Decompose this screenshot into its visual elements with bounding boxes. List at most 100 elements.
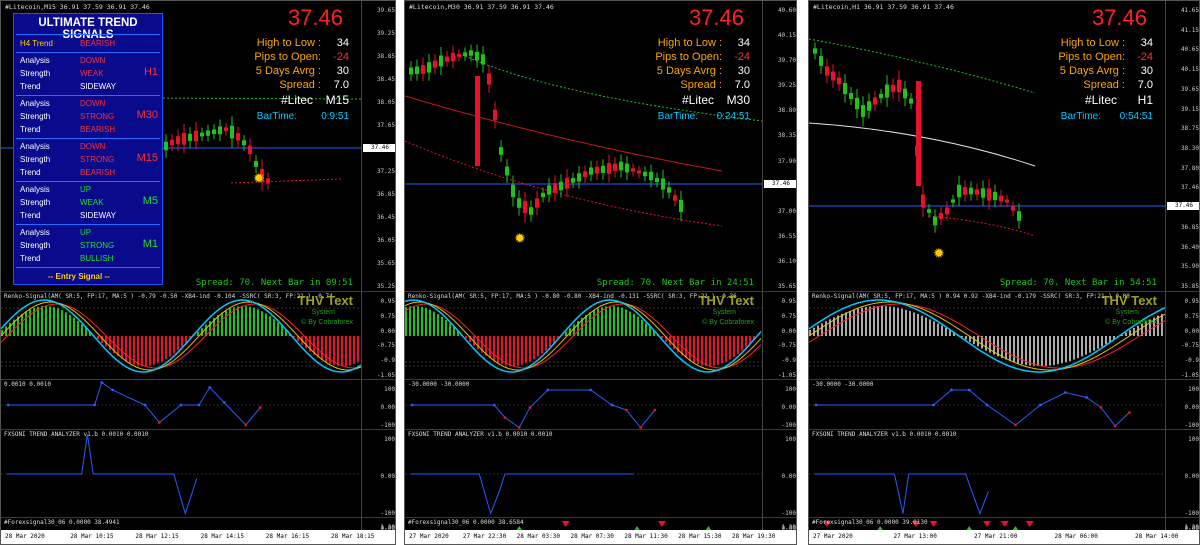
strength-value: STRONG [80,155,115,164]
candle-body [945,207,949,215]
histogram-bar [613,306,615,336]
axis-tick: 37.25 [376,168,395,175]
step-dot [222,401,226,404]
thv-system: System [1115,309,1139,316]
time-label: 27 Mar 2020 [813,533,853,540]
trend-step-indicator[interactable]: 0.0010 0.0010 100 0.00 -100 [1,379,395,429]
candle-body [867,101,871,111]
histogram-bar [225,310,227,336]
histogram-bar [77,320,79,336]
histogram-bar [325,336,327,363]
axis-tick: 36.45 [376,214,395,221]
candle-body [559,181,563,191]
axis-tick: 36.10 [777,257,796,265]
candle-body [897,79,901,93]
candle-body [499,147,503,155]
axis-tick: 38.30 [1180,145,1199,152]
histogram-bar [465,336,467,339]
analysis-label: Analysis [20,56,50,65]
time-axis: 28 Mar 2020 28 Mar 10:15 28 Mar 12:15 28 Ma… [1,530,395,544]
histogram-bar [1029,336,1031,366]
axis-tick: -100 [781,422,796,429]
step-dot [950,388,953,392]
divider [16,267,160,268]
histogram-bar [617,306,619,336]
time-label: 28 Mar 10:15 [70,533,114,540]
candle-body [655,177,659,183]
candle-body [921,194,925,208]
histogram-bar [1061,336,1063,364]
histogram-bar [745,336,747,348]
step-dot [985,403,989,407]
thv-title: THV Text [297,293,353,308]
histogram-bar [125,336,127,362]
axis-tick: 0.75 [781,312,796,320]
axis-tick: 41.65 [1180,7,1199,14]
histogram-bar [425,308,427,336]
histogram-bar [565,331,567,336]
axis-tick: -100 [781,510,796,517]
trend-step-line [412,389,656,429]
ind2-axis: 100 0.00 -100 [762,380,796,429]
axis-tick: 100 [1188,436,1199,443]
step-dot [1014,423,1017,427]
current-price: 37.46 [1091,5,1147,30]
histogram-bar [881,306,883,336]
chart-window-h1[interactable]: ✹ #Litecoin,H1 36.91 37.59 36.91 37.46 4… [808,0,1200,545]
step-dot [244,423,248,427]
histogram-bar [497,336,499,363]
candle-body [445,56,449,62]
histogram-bar [421,306,423,336]
fxsoni-header: FXSONI TREND ANALYZER v1.b 0.0010 0.0010 [408,431,553,438]
candle-body [164,141,168,151]
candle-body [218,126,222,135]
step-dot [197,403,201,407]
price-axis: 41.65 41.15 40.65 40.15 39.65 39.15 38.75 38.30… [1165,1,1199,291]
fxsoni-trend-analyzer[interactable]: FXSONI TREND ANALYZER v1.b 0.0010 0.0010… [809,429,1199,517]
histogram-bar [945,327,947,336]
histogram-bar [41,306,43,336]
candle-body [637,170,641,174]
histogram-bar [129,336,131,364]
histogram-bar [1057,336,1059,365]
trend-value: SIDEWAY [80,211,117,220]
candle-body [517,198,521,208]
histogram-bar [249,306,251,336]
renko-axis: 0.95 0.75 0.00 -0.75 -0.9 -1.05 [1165,292,1199,379]
axis-tick: 0.75 [380,312,395,320]
histogram-bar [589,312,591,336]
h4-trend-value: BEARISH [80,39,116,48]
step-dot [1099,406,1103,409]
strength-value: STRONG [80,112,115,121]
fxsoni-trend-analyzer[interactable]: FXSONI TREND ANALYZER v1.b 0.0010 0.0010… [405,429,796,517]
analysis-value: UP [80,185,92,194]
candle-body [589,167,593,175]
trend-step-indicator[interactable]: -30.0000 -30.0000 100 0.00 -100 [809,379,1199,429]
histogram-bar [429,309,431,336]
time-label: 27 Mar 2020 [409,533,449,540]
ind2-header: -30.0000 -30.0000 [408,381,470,388]
candle-body [843,82,847,95]
candle-body [987,188,991,201]
trend-step-indicator[interactable]: -30.0000 -30.0000 100 0.00 -100 [405,379,796,429]
histogram-bar [1161,314,1163,336]
histogram-bar [1085,336,1087,355]
sell-arrow-icon [1000,521,1009,527]
histogram-bar [61,310,63,336]
candle-body [421,65,425,74]
step-dot [1063,391,1067,394]
histogram-bar [825,321,827,336]
histogram-bar [441,316,443,336]
axis-tick: 100 [785,436,796,443]
histogram-bar [857,308,859,336]
spread-value: 7.0 [734,79,750,91]
candle-body [457,53,461,57]
high-to-low-value: 34 [336,37,349,49]
histogram-bar [637,316,639,336]
histogram-bar [869,306,871,336]
chart-window-m30[interactable]: ✹ #Litecoin,M30 36.91 37.59 36.91 37.46 … [404,0,797,545]
candle-body [873,97,877,105]
axis-tick: 0.00 [380,473,395,480]
fxsoni-trend-analyzer[interactable]: FXSONI TREND ANALYZER v1.b 0.0010 0.0010… [1,429,395,517]
candle-body [939,213,943,219]
